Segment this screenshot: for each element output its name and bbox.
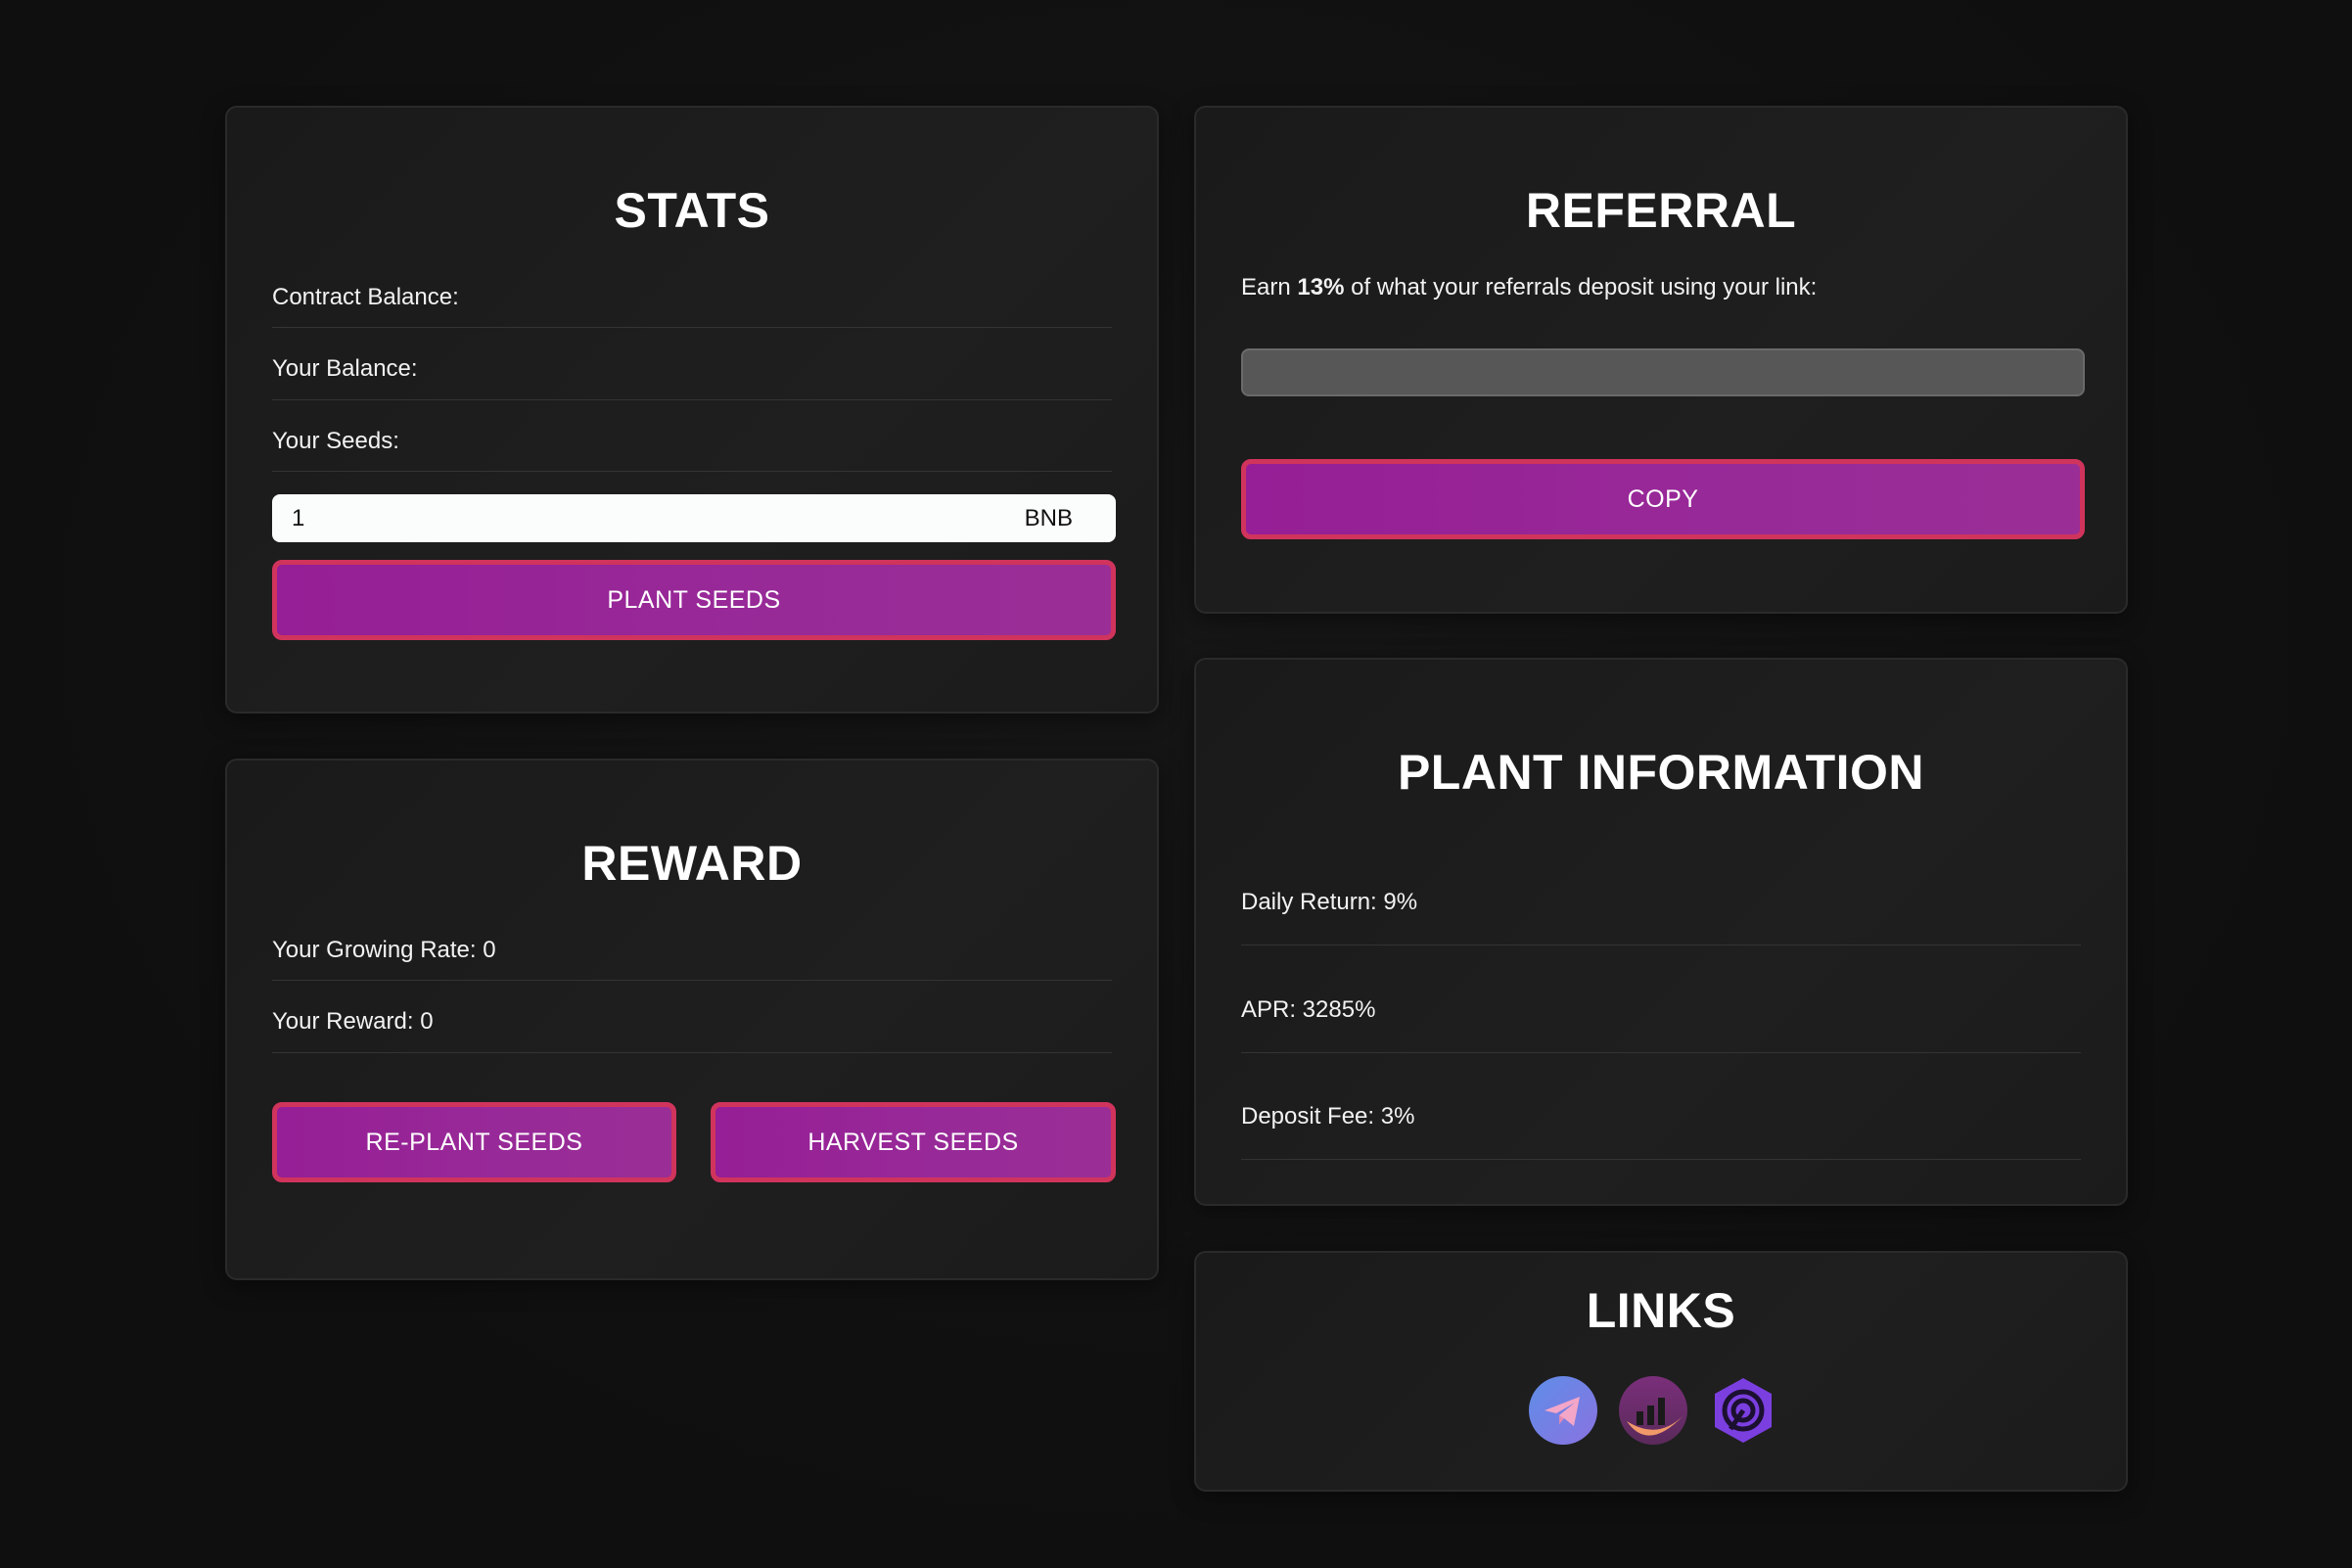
amount-unit: BNB	[1024, 504, 1073, 531]
harvest-seeds-button[interactable]: HARVEST SEEDS	[711, 1102, 1116, 1182]
your-seeds-row: Your Seeds:	[272, 418, 1112, 472]
referral-card: REFERRAL Earn 13% of what your referrals…	[1194, 106, 2128, 614]
links-card: LINKS	[1194, 1251, 2128, 1492]
replant-seeds-button[interactable]: RE-PLANT SEEDS	[272, 1102, 676, 1182]
your-balance-row: Your Balance:	[272, 346, 1112, 400]
amount-input-box: BNB	[272, 494, 1116, 542]
apr-row: APR: 3285%	[1241, 987, 2081, 1053]
apr-text: APR: 3285%	[1241, 996, 1376, 1023]
contract-balance-label: Contract Balance:	[272, 284, 459, 310]
daily-return-row: Daily Return: 9%	[1241, 879, 2081, 945]
your-seeds-label: Your Seeds:	[272, 428, 399, 454]
growing-rate-row: Your Growing Rate: 0	[272, 927, 1112, 981]
hexagon-icon-graphic	[1715, 1378, 1772, 1443]
telegram-icon-graphic	[1529, 1376, 1597, 1445]
copy-button[interactable]: COPY	[1241, 459, 2085, 539]
telegram-icon[interactable]	[1529, 1376, 1597, 1445]
chart-icon-graphic	[1619, 1376, 1687, 1445]
stats-card: STATS Contract Balance: Your Balance: Yo…	[225, 106, 1159, 714]
contract-balance-row: Contract Balance:	[272, 274, 1112, 328]
links-title: LINKS	[1586, 1283, 1736, 1338]
referral-text-prefix: Earn	[1241, 274, 1298, 300]
deposit-fee-row: Deposit Fee: 3%	[1241, 1093, 2081, 1160]
deposit-fee-text: Deposit Fee: 3%	[1241, 1103, 1415, 1130]
page: STATS Contract Balance: Your Balance: Yo…	[0, 0, 2352, 1568]
amount-input[interactable]	[292, 504, 1025, 532]
growing-rate-text: Your Growing Rate: 0	[272, 937, 496, 963]
plant-information-title: PLANT INFORMATION	[1397, 745, 1925, 800]
reward-card: REWARD Your Growing Rate: 0 Your Reward:…	[225, 759, 1159, 1280]
referral-text-suffix: of what your referrals deposit using you…	[1344, 274, 1818, 300]
dexscreener-chart-icon[interactable]	[1619, 1376, 1687, 1445]
stats-title: STATS	[614, 183, 770, 238]
hexagon-spiral-icon[interactable]	[1709, 1376, 1777, 1445]
plant-information-card: PLANT INFORMATION Daily Return: 9% APR: …	[1194, 658, 2128, 1206]
plant-seeds-button[interactable]: PLANT SEEDS	[272, 560, 1116, 640]
referral-link-input[interactable]	[1241, 348, 2085, 396]
referral-title: REFERRAL	[1525, 183, 1797, 238]
your-balance-label: Your Balance:	[272, 355, 418, 382]
referral-description: Earn 13% of what your referrals deposit …	[1241, 274, 2081, 301]
reward-title: REWARD	[581, 836, 803, 891]
daily-return-text: Daily Return: 9%	[1241, 889, 1418, 915]
referral-percent: 13%	[1297, 274, 1345, 300]
reward-row: Your Reward: 0	[272, 998, 1112, 1053]
reward-text: Your Reward: 0	[272, 1008, 434, 1035]
